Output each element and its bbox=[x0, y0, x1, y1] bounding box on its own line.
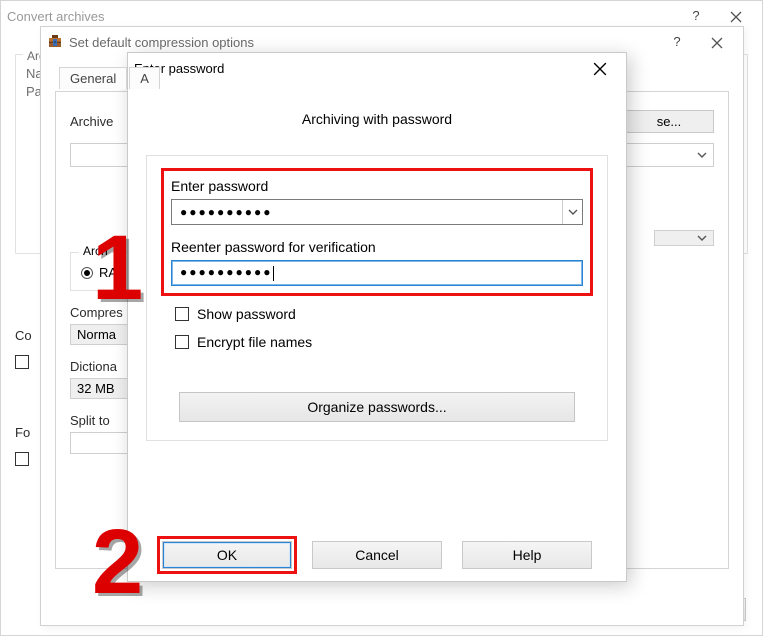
enter-password-dialog: Enter password Archiving with password E… bbox=[127, 52, 627, 582]
organize-passwords-button[interactable]: Organize passwords... bbox=[179, 392, 575, 422]
chevron-down-icon bbox=[697, 150, 707, 160]
encrypt-filenames-label: Encrypt file names bbox=[197, 334, 312, 350]
password-cancel-button[interactable]: Cancel bbox=[312, 541, 442, 569]
show-password-checkbox[interactable]: Show password bbox=[175, 306, 591, 322]
annotation-box-2: OK bbox=[162, 541, 292, 569]
encrypt-filenames-checkbox[interactable]: Encrypt file names bbox=[175, 334, 591, 350]
password-heading: Archiving with password bbox=[146, 111, 608, 127]
compression-label: Compres bbox=[70, 305, 123, 320]
enter-password-value: ●●●●●●●●●● bbox=[172, 205, 562, 219]
convert-title: Convert archives bbox=[7, 9, 676, 24]
password-group: Enter password ●●●●●●●●●● Reenter passwo… bbox=[146, 155, 608, 441]
reenter-password-label: Reenter password for verification bbox=[171, 239, 583, 255]
password-help-button[interactable]: Help bbox=[462, 541, 592, 569]
checkbox-icon bbox=[175, 335, 189, 349]
checkbox-co[interactable] bbox=[15, 355, 29, 369]
password-history-dropdown[interactable] bbox=[562, 200, 582, 224]
show-password-label: Show password bbox=[197, 306, 296, 322]
tab-advanced[interactable]: A bbox=[129, 67, 160, 89]
options-tabs: General A bbox=[55, 67, 729, 89]
reenter-password-value: ●●●●●●●●●● bbox=[172, 265, 582, 280]
radio-rar-label: RA bbox=[99, 265, 117, 280]
winrar-icon bbox=[47, 34, 63, 50]
compression-value: Norma bbox=[77, 327, 116, 342]
text-caret bbox=[273, 266, 274, 281]
annotation-box-1: Enter password ●●●●●●●●●● Reenter passwo… bbox=[163, 170, 591, 294]
right-dropdown[interactable] bbox=[654, 230, 714, 246]
chevron-down-icon bbox=[697, 233, 707, 243]
password-button-row: OK Cancel Help bbox=[146, 541, 608, 569]
archive-label: Archive bbox=[70, 114, 113, 129]
browse-button[interactable]: se... bbox=[624, 110, 714, 133]
options-title: Set default compression options bbox=[69, 35, 657, 50]
archive-format-label: Arch bbox=[79, 244, 112, 258]
enter-password-label: Enter password bbox=[171, 178, 583, 194]
split-label: Split to bbox=[70, 413, 110, 428]
options-close-icon[interactable] bbox=[697, 28, 737, 56]
options-help-icon[interactable]: ? bbox=[657, 28, 697, 56]
checkbox-fo[interactable] bbox=[15, 452, 29, 466]
reenter-password-input[interactable]: ●●●●●●●●●● bbox=[171, 260, 583, 286]
dictionary-value: 32 MB bbox=[77, 381, 115, 396]
enter-password-input[interactable]: ●●●●●●●●●● bbox=[171, 199, 583, 225]
tab-general[interactable]: General bbox=[59, 67, 127, 89]
radio-dot-icon bbox=[81, 267, 93, 279]
checkbox-icon bbox=[175, 307, 189, 321]
dictionary-label: Dictiona bbox=[70, 359, 117, 374]
password-ok-button[interactable]: OK bbox=[162, 541, 292, 569]
